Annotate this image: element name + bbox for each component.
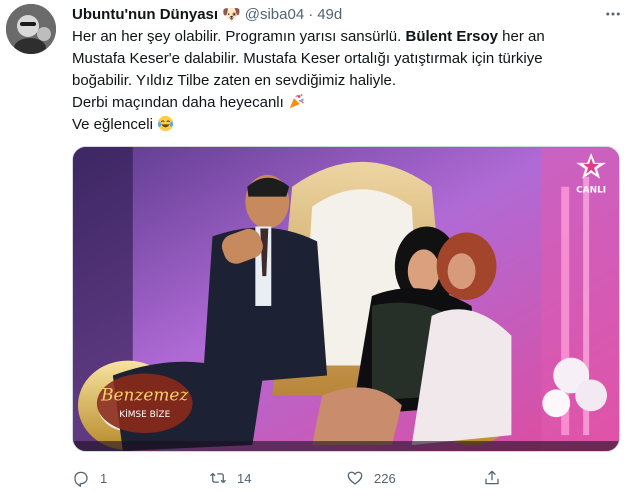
tweet-line-4: Derbi maçından daha heyecanlı xyxy=(72,92,620,114)
laughing-tears-icon xyxy=(157,115,174,132)
share-icon xyxy=(485,470,499,485)
retweet-button[interactable]: 14 xyxy=(209,469,346,487)
line-2-text: Mustafa Keser'e dalabilir. Mustafa Keser… xyxy=(72,50,543,67)
tweet-line-5: Ve eğlenceli xyxy=(72,114,620,136)
channel-live-label: CANLI xyxy=(576,186,606,196)
line-5-text: Ve eğlenceli xyxy=(72,116,153,133)
line-4-text: Derbi maçından daha heyecanlı xyxy=(72,94,284,111)
heart-icon xyxy=(347,471,363,485)
tweet[interactable]: Ubuntu'nun Dünyası 🐶 @siba04 · 49d Her a… xyxy=(0,0,640,492)
retweet-count: 14 xyxy=(237,470,252,486)
show-logo-line-1: Benzemez xyxy=(100,384,188,404)
tweet-actions: 1 14 226 xyxy=(72,466,620,490)
like-count: 226 xyxy=(374,470,396,486)
separator-dot: · xyxy=(308,5,314,23)
line-1-bold: Bülent Ersoy xyxy=(405,28,499,45)
reply-button[interactable]: 1 xyxy=(72,469,209,487)
dog-emoji: 🐶 xyxy=(222,5,241,23)
tweet-line-2: Mustafa Keser'e dalabilir. Mustafa Keser… xyxy=(72,48,620,70)
display-name[interactable]: Ubuntu'nun Dünyası xyxy=(72,6,218,23)
line-3-text: boğabilir. Yıldız Tilbe zaten en sevdiği… xyxy=(72,72,397,89)
tweet-text: Her an her şey olabilir. Programın yarıs… xyxy=(72,26,620,136)
more-horizontal-icon[interactable] xyxy=(602,4,624,24)
share-button[interactable] xyxy=(483,469,620,487)
tweet-line-1: Her an her şey olabilir. Programın yarıs… xyxy=(72,26,620,48)
show-logo-line-2: KİMSE BİZE xyxy=(119,409,170,420)
avatar[interactable] xyxy=(6,4,56,54)
tweet-header: Ubuntu'nun Dünyası 🐶 @siba04 · 49d xyxy=(72,4,342,24)
line-1-text-a: Her an her şey olabilir. Programın yarıs… xyxy=(72,28,406,45)
line-1-text-b: her an xyxy=(498,28,545,45)
tweet-time[interactable]: 49d xyxy=(317,6,342,23)
tweet-line-3: boğabilir. Yıldız Tilbe zaten en sevdiği… xyxy=(72,70,620,92)
like-button[interactable]: 226 xyxy=(346,469,483,487)
reply-icon xyxy=(74,471,88,487)
tweet-photo[interactable]: Benzemez KİMSE BİZE CANLI xyxy=(72,146,620,452)
party-popper-icon xyxy=(288,93,305,110)
retweet-icon xyxy=(210,473,226,483)
reply-count: 1 xyxy=(100,470,108,486)
user-handle[interactable]: @siba04 xyxy=(245,6,304,23)
